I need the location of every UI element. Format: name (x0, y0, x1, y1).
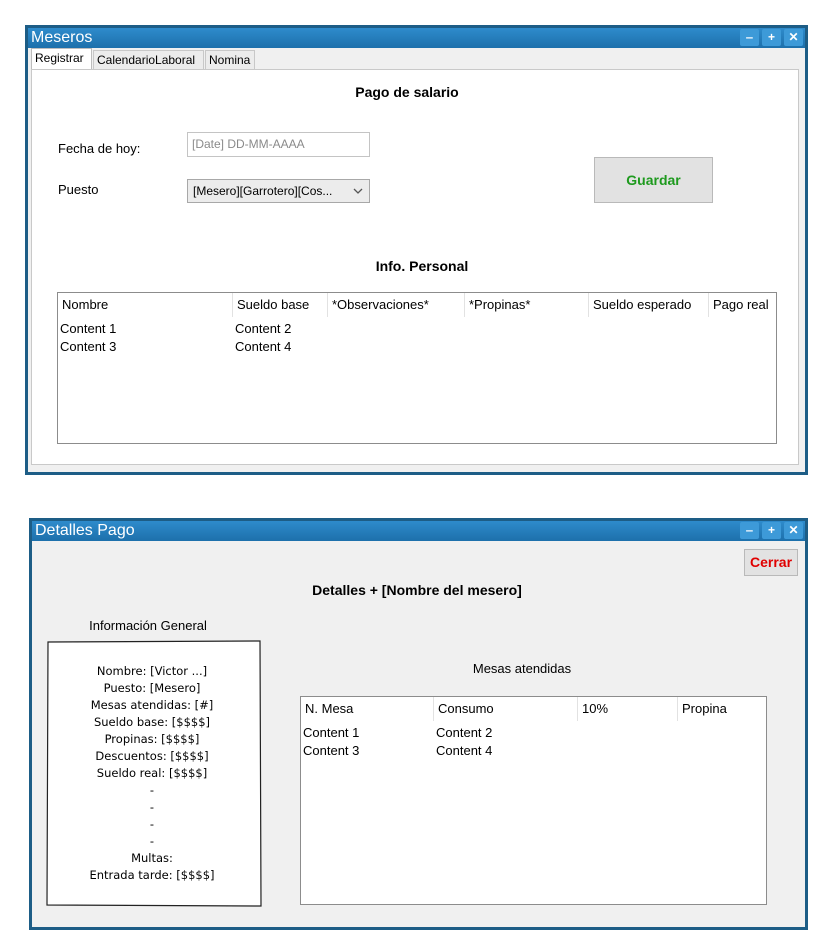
col-propina[interactable]: Propina (678, 697, 766, 721)
table-cell[interactable]: Content 1 (60, 321, 116, 336)
registrar-panel: Pago de salario Fecha de hoy: [Date] DD-… (31, 69, 799, 465)
receipt-line: - (149, 783, 155, 797)
table-cell[interactable]: Content 4 (235, 339, 291, 354)
receipt-line: Nombre: [Victor ...] (96, 664, 208, 678)
col-diez-porciento[interactable]: 10% (578, 697, 678, 721)
receipt-lines: Nombre: [Victor ...] Puesto: [Mesero] Me… (47, 663, 257, 884)
cerrar-button[interactable]: Cerrar (744, 549, 798, 576)
receipt-line: Multas: (131, 851, 173, 865)
col-pago-real[interactable]: Pago real (709, 293, 776, 317)
page-title: Pago de salario (355, 84, 459, 100)
info-general-label: Información General (89, 618, 207, 633)
guardar-button[interactable]: Guardar (594, 157, 713, 203)
tab-registrar[interactable]: Registrar (31, 48, 92, 70)
receipt-line: Propinas: [$$$$] (104, 732, 200, 746)
maximize-icon[interactable]: + (762, 29, 781, 46)
table-cell[interactable]: Content 2 (235, 321, 291, 336)
fecha-input[interactable]: [Date] DD-MM-AAAA (187, 132, 370, 157)
mesas-table: N. Mesa Consumo 10% Propina Content 1 Co… (300, 696, 767, 905)
minimize-icon[interactable]: ‒ (740, 29, 759, 46)
detalles-pago-window: Detalles Pago ‒ + ✕ Cerrar Detalles + [N… (29, 518, 808, 930)
tab-calendario-laboral[interactable]: CalendarioLaboral (93, 50, 204, 69)
close-icon[interactable]: ✕ (784, 29, 803, 46)
receipt-line: - (149, 834, 155, 848)
col-nombre[interactable]: Nombre (58, 293, 233, 317)
close-icon[interactable]: ✕ (784, 522, 803, 539)
receipt-line: - (149, 800, 155, 814)
col-sueldo-base[interactable]: Sueldo base (233, 293, 328, 317)
table-cell[interactable]: Content 3 (60, 339, 116, 354)
receipt-line: Entrada tarde: [$$$$] (89, 868, 215, 882)
table-cell[interactable]: Content 4 (436, 743, 492, 758)
fecha-label: Fecha de hoy: (58, 141, 141, 156)
detalles-titlebar[interactable]: Detalles Pago ‒ + ✕ (32, 521, 805, 541)
puesto-select[interactable]: [Mesero][Garrotero][Cos... (187, 179, 370, 203)
receipt-line: Descuentos: [$$$$] (95, 749, 209, 763)
receipt-line: - (149, 817, 155, 831)
detalles-title: Detalles + [Nombre del mesero] (312, 582, 522, 598)
minimize-icon[interactable]: ‒ (740, 522, 759, 539)
puesto-label: Puesto (58, 182, 99, 197)
col-consumo[interactable]: Consumo (434, 697, 578, 721)
window-title: Detalles Pago (35, 522, 135, 539)
chevron-down-icon (353, 188, 363, 194)
col-sueldo-esperado[interactable]: Sueldo esperado (589, 293, 709, 317)
col-n-mesa[interactable]: N. Mesa (301, 697, 434, 721)
meseros-titlebar[interactable]: Meseros ‒ + ✕ (28, 28, 805, 48)
receipt-line: Sueldo base: [$$$$] (93, 715, 211, 729)
info-personal-table: Nombre Sueldo base *Observaciones* *Prop… (57, 292, 777, 444)
receipt-line: Sueldo real: [$$$$] (96, 766, 208, 780)
table-cell[interactable]: Content 1 (303, 725, 359, 740)
window-title: Meseros (31, 29, 93, 46)
meseros-window: Meseros ‒ + ✕ Registrar CalendarioLabora… (25, 25, 808, 475)
puesto-select-value: [Mesero][Garrotero][Cos... (193, 184, 333, 198)
maximize-icon[interactable]: + (762, 522, 781, 539)
col-observaciones[interactable]: *Observaciones* (328, 293, 465, 317)
receipt-line: Puesto: [Mesero] (103, 681, 201, 695)
receipt-line: Mesas atendidas: [#] (90, 698, 214, 712)
col-propinas[interactable]: *Propinas* (465, 293, 589, 317)
tab-nomina[interactable]: Nomina (205, 50, 255, 69)
table-cell[interactable]: Content 3 (303, 743, 359, 758)
table-cell[interactable]: Content 2 (436, 725, 492, 740)
info-personal-heading: Info. Personal (375, 258, 469, 274)
mesas-atendidas-label: Mesas atendidas (472, 661, 572, 676)
